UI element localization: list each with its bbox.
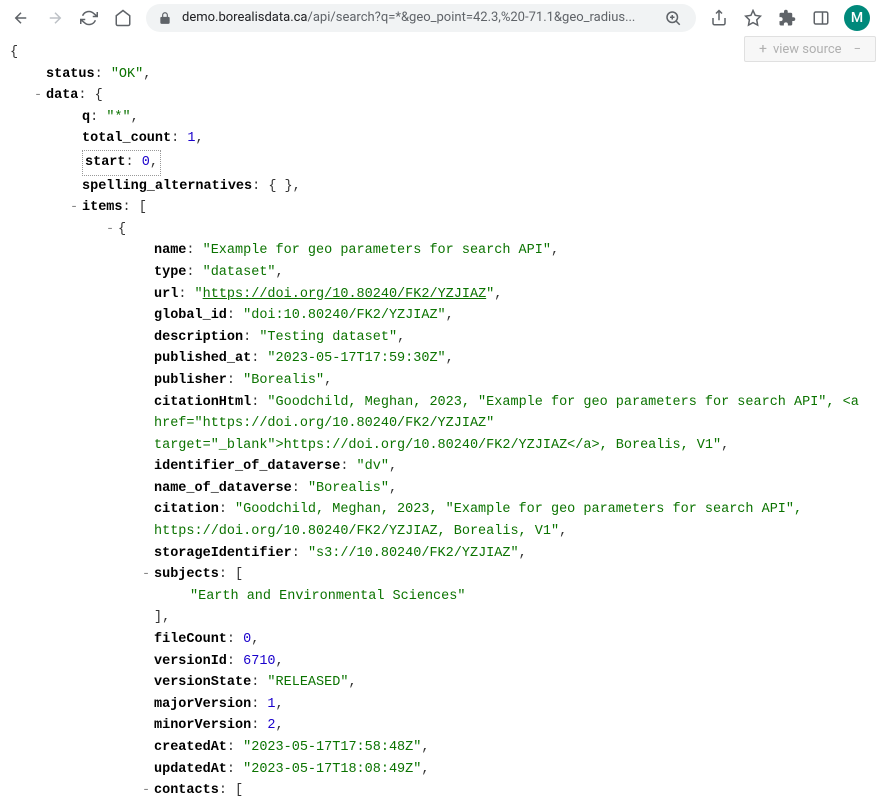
collapse-toggle[interactable]: - — [68, 197, 80, 219]
collapse-toggle[interactable]: - — [140, 780, 152, 802]
browser-toolbar: demo.borealisdata.ca/api/search?q=*&geo_… — [0, 0, 880, 36]
reload-button[interactable] — [78, 7, 100, 29]
view-source-label: view source — [773, 42, 842, 57]
plus-icon: + — [759, 41, 767, 57]
sidepanel-icon[interactable] — [810, 7, 832, 29]
collapse-toggle[interactable]: - — [104, 219, 116, 241]
highlighted-field: start: 0, — [82, 150, 161, 176]
minus-icon: − — [854, 42, 861, 57]
forward-button[interactable] — [44, 7, 66, 29]
share-icon[interactable] — [708, 7, 730, 29]
extensions-icon[interactable] — [776, 7, 798, 29]
collapse-toggle[interactable]: - — [32, 85, 44, 107]
collapse-toggle[interactable]: - — [140, 564, 152, 586]
bookmark-icon[interactable] — [742, 7, 764, 29]
zoom-icon[interactable] — [662, 7, 684, 29]
url-link[interactable]: https://doi.org/10.80240/FK2/YZJIAZ — [203, 287, 487, 302]
url-text: demo.borealisdata.ca/api/search?q=*&geo_… — [182, 10, 652, 25]
lock-icon — [158, 11, 172, 25]
back-button[interactable] — [10, 7, 32, 29]
json-viewer: { status: "OK", -data: { q: "*", total_c… — [0, 42, 880, 802]
home-button[interactable] — [112, 7, 134, 29]
view-source-button[interactable]: + view source − — [744, 36, 876, 62]
avatar[interactable]: M — [844, 5, 870, 31]
url-bar[interactable]: demo.borealisdata.ca/api/search?q=*&geo_… — [146, 4, 696, 32]
